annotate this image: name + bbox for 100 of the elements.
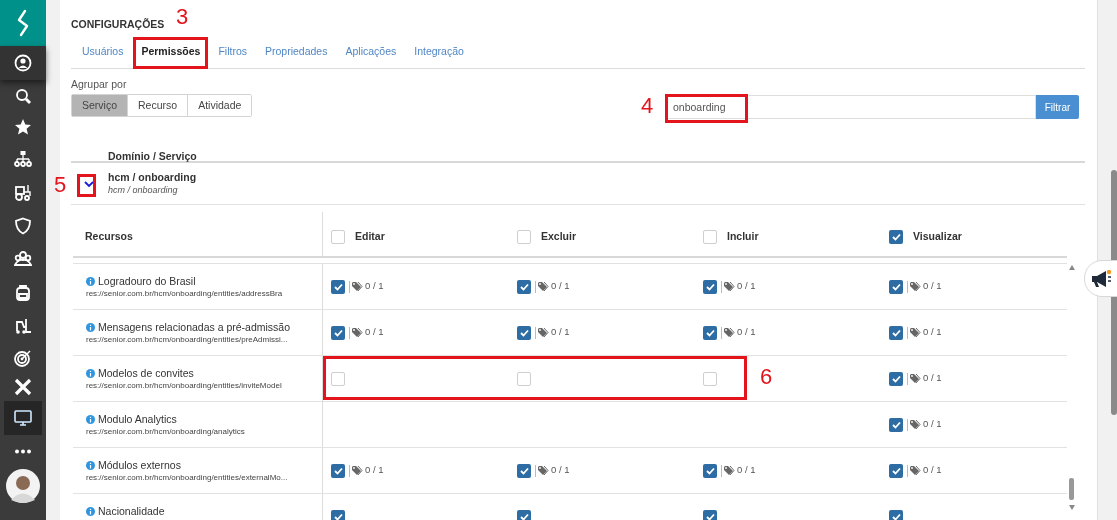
checkbox[interactable] <box>331 463 345 478</box>
tag-count: 0 / 1 <box>551 463 570 478</box>
tags-icon <box>910 466 921 475</box>
tag-count: 0 / 1 <box>737 325 756 340</box>
annotation-number: 6 <box>760 364 773 390</box>
page-title: CONFIGURAÇÕES <box>71 18 165 30</box>
checkbox[interactable] <box>889 279 903 294</box>
checkbox[interactable] <box>889 417 903 432</box>
checkbox[interactable] <box>331 325 345 340</box>
tags-icon <box>352 466 363 475</box>
checkbox[interactable] <box>331 371 345 386</box>
group-by-label: Agrupar por <box>71 77 128 92</box>
tag-count: 0 / 1 <box>551 279 570 294</box>
checkbox[interactable] <box>517 509 531 520</box>
tag-count: 0 / 1 <box>923 279 942 294</box>
tags-icon <box>910 282 921 291</box>
info-icon <box>86 322 95 332</box>
target-icon <box>14 348 32 367</box>
checkbox[interactable] <box>331 230 345 244</box>
tags-icon <box>538 466 549 475</box>
service-name: hcm / onboarding <box>108 171 197 184</box>
tag-count: 0 / 1 <box>737 279 756 294</box>
info-icon <box>86 506 95 516</box>
resource-name: Módulos externos <box>98 458 181 472</box>
tags-icon <box>352 328 363 337</box>
checkbox[interactable] <box>703 279 717 294</box>
tags-icon <box>724 328 735 337</box>
checkbox[interactable] <box>517 463 531 478</box>
checkbox[interactable] <box>703 371 717 386</box>
column-header: Editar <box>355 229 385 245</box>
checkbox[interactable] <box>889 463 903 478</box>
resource-name: Logradouro do Brasil <box>98 274 196 288</box>
checkbox[interactable] <box>331 279 345 294</box>
avatar-icon[interactable] <box>6 469 40 503</box>
checkbox[interactable] <box>331 509 345 520</box>
filter-button[interactable]: Filtrar <box>1036 95 1079 119</box>
megaphone-icon <box>1090 269 1112 288</box>
tab[interactable]: Integração <box>405 35 473 68</box>
tag-count: 0 / 1 <box>365 279 384 294</box>
tab[interactable]: Permissões <box>132 35 210 68</box>
x-icon <box>14 378 32 396</box>
tag-count: 0 / 1 <box>365 325 384 340</box>
group-by-option[interactable]: Atividade <box>187 95 252 116</box>
filter-field[interactable]: onboarding <box>665 95 1036 119</box>
tractor-icon <box>14 183 32 201</box>
checkbox[interactable] <box>703 230 717 244</box>
shield-icon <box>14 216 32 235</box>
info-icon <box>86 414 95 424</box>
checkbox[interactable] <box>517 371 531 386</box>
resource-path: res://senior.com.br/hcm/onboarding/entities/preAdmissi... <box>86 334 289 346</box>
tab[interactable]: Propriedades <box>256 35 337 68</box>
column-header: Incluir <box>727 229 759 245</box>
tag-count: 0 / 1 <box>923 417 942 432</box>
annotation-number: 4 <box>641 93 654 119</box>
column-header: Visualizar <box>913 229 962 245</box>
info-icon <box>86 276 95 286</box>
resource-path: res://senior.com.br/hcm/onboarding/analytics <box>86 426 246 438</box>
scrollbar-thumb[interactable] <box>1069 478 1074 500</box>
scroll-up-icon[interactable] <box>1069 265 1075 270</box>
sidebar-item[interactable] <box>0 46 46 80</box>
tags-icon <box>910 420 921 429</box>
chevron-down-icon <box>84 179 94 188</box>
checkbox[interactable] <box>889 371 903 386</box>
checkbox[interactable] <box>517 230 531 244</box>
tags-icon <box>910 328 921 337</box>
group-by-option[interactable]: Serviço <box>72 95 127 116</box>
tab[interactable]: Aplicações <box>336 35 406 68</box>
tag-count: 0 / 1 <box>923 463 942 478</box>
annotation-number: 3 <box>176 4 189 30</box>
sidebar-item[interactable] <box>4 401 42 435</box>
checkbox[interactable] <box>517 325 531 340</box>
checkbox[interactable] <box>889 325 903 340</box>
tab[interactable]: Usuários <box>73 35 133 68</box>
tab[interactable]: Filtros <box>209 35 256 68</box>
tag-count: 0 / 1 <box>737 463 756 478</box>
tags-icon <box>538 282 549 291</box>
tag-count: 0 / 1 <box>923 325 942 340</box>
info-icon <box>86 460 95 470</box>
highlight-box <box>77 174 96 197</box>
org-chart-icon <box>14 149 32 168</box>
checkbox[interactable] <box>889 230 903 244</box>
column-header: Recursos <box>85 229 133 245</box>
checkbox[interactable] <box>703 509 717 520</box>
tags-icon <box>724 466 735 475</box>
service-subtitle: hcm / onboarding <box>108 184 179 196</box>
resource-name: Modulo Analytics <box>98 412 177 426</box>
checkbox[interactable] <box>703 463 717 478</box>
monitor-icon <box>14 409 32 427</box>
checkbox[interactable] <box>703 325 717 340</box>
tags-icon <box>910 374 921 383</box>
tag-count: 0 / 1 <box>923 371 942 386</box>
more-icon <box>14 448 32 454</box>
checkbox[interactable] <box>517 279 531 294</box>
checkbox[interactable] <box>889 509 903 520</box>
resource-name: Mensagens relacionadas a pré-admissão <box>98 320 291 334</box>
backpack-icon <box>14 283 32 302</box>
resource-path: res://senior.com.br/hcm/onboarding/entities/externalMo... <box>86 472 289 484</box>
info-icon <box>86 368 95 378</box>
scroll-down-icon[interactable] <box>1069 505 1075 510</box>
resource-path: res://senior.com.br/hcm/onboarding/entities/inviteModel <box>86 380 283 392</box>
